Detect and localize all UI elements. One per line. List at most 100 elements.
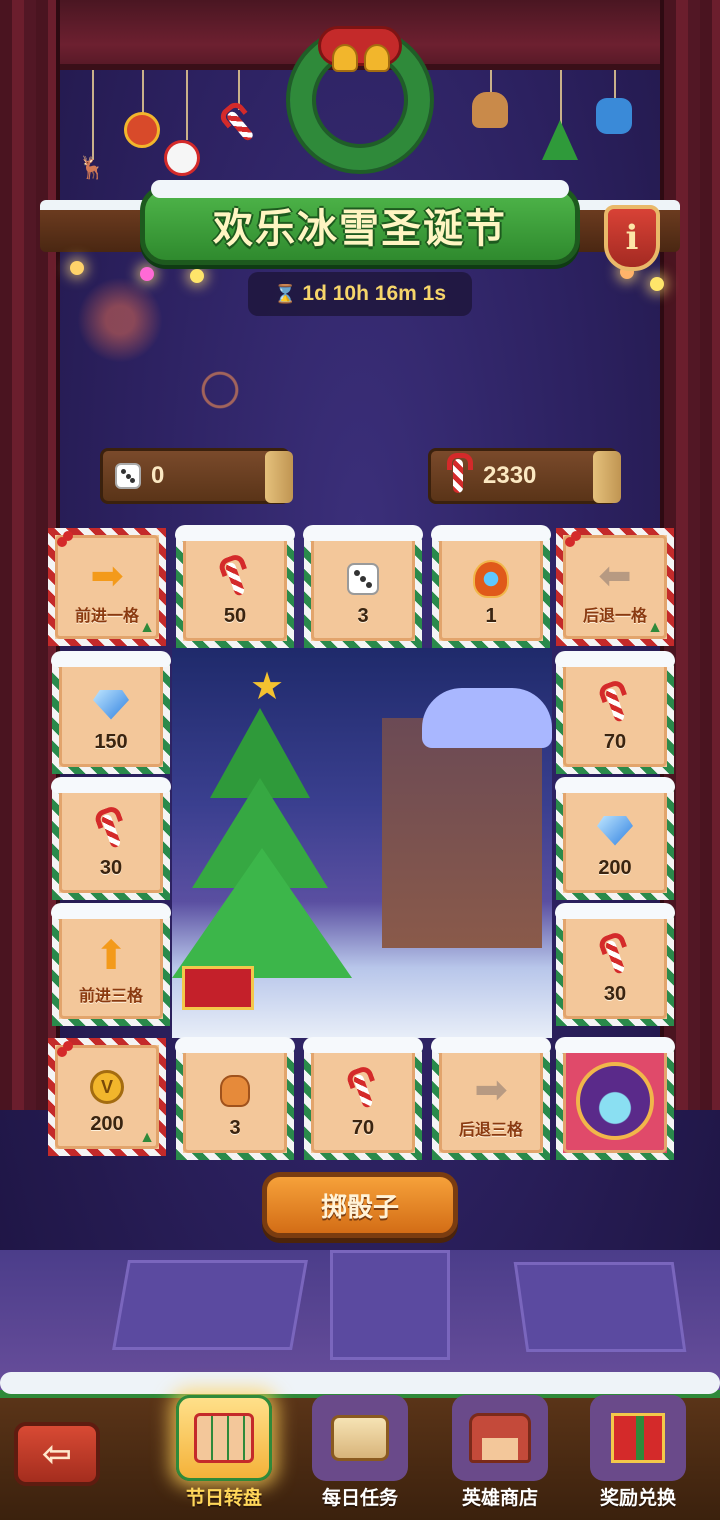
info-button[interactable]: i xyxy=(604,205,660,271)
tree-badge-icon: ▲ xyxy=(139,1129,155,1146)
nav-hero-shop[interactable]: 英雄商店 xyxy=(436,1392,564,1518)
fire-crest-icon xyxy=(469,557,513,601)
holly-icon xyxy=(557,527,583,549)
board-tile-crest: 1 xyxy=(431,525,551,648)
firework-icon xyxy=(70,270,170,370)
board-tile-vip-coin: V 200 ▲ xyxy=(48,1038,166,1156)
dice-count: 0 xyxy=(151,462,165,489)
tree-illustration xyxy=(172,848,352,978)
stage-prop xyxy=(112,1260,308,1350)
gift-box-icon xyxy=(590,1395,686,1481)
board-tile-back-3: ➡ 后退三格 xyxy=(431,1037,551,1160)
stage-prop xyxy=(330,1250,450,1360)
snow-cap xyxy=(303,525,423,541)
tile-label: 3 xyxy=(357,604,369,627)
info-icon: i xyxy=(625,218,639,258)
nav-label: 英雄商店 xyxy=(461,1487,538,1509)
bow-ornament-icon xyxy=(596,98,632,134)
firework-icon xyxy=(150,320,290,460)
hero-avatar-icon xyxy=(576,1062,654,1140)
arrow-right-icon: ➡ xyxy=(90,554,124,598)
snow-cap xyxy=(51,651,171,667)
arrow-left-icon: ⬅ xyxy=(598,554,632,598)
event-title: 欢乐冰雪圣诞节 xyxy=(213,206,507,252)
candy-cane-icon xyxy=(341,1069,385,1113)
snow-roof-illustration xyxy=(422,688,552,748)
reindeer-ornament-icon: 🦌 xyxy=(78,155,106,180)
bell-icon xyxy=(332,44,358,72)
dice-icon xyxy=(341,557,385,601)
christmas-scene: ★ xyxy=(172,648,552,1038)
board-tile-gift-bag: 3 xyxy=(175,1037,295,1160)
board-tile-dice: 3 xyxy=(303,525,423,648)
dice-icon xyxy=(115,463,141,489)
snow-cap xyxy=(51,903,171,919)
tree-ornament-icon xyxy=(542,120,578,160)
board-tile-back-1: ⬅ 后退一格 ▲ xyxy=(556,528,674,646)
tile-label: 30 xyxy=(603,982,627,1005)
nav-label: 节日转盘 xyxy=(185,1487,262,1509)
scroll-end-icon xyxy=(265,451,293,503)
gift-bag-icon xyxy=(213,1069,257,1113)
arrow-right-icon: ➡ xyxy=(474,1068,508,1112)
dice-counter: 0 xyxy=(100,448,293,504)
board-tile-diamond: 200 xyxy=(555,777,675,900)
tile-label: 后退三格 xyxy=(458,1120,523,1139)
candy-cane-icon xyxy=(89,809,133,853)
candy-cane-icon xyxy=(213,557,257,601)
nav-reward-exchange[interactable]: 奖励兑换 xyxy=(574,1392,702,1518)
tile-label: 前进一格 xyxy=(74,606,139,625)
snow-cap xyxy=(555,651,675,667)
nav-festival-board[interactable]: 节日转盘 xyxy=(160,1392,288,1518)
santa-ornament-icon xyxy=(164,140,200,176)
back-arrow-icon: ⇦ xyxy=(41,1433,73,1474)
tile-label: 后退一格 xyxy=(582,606,647,625)
board-tile-candy: 70 xyxy=(555,651,675,774)
holly-icon xyxy=(49,527,75,549)
light-bulb-icon xyxy=(190,269,204,283)
nav-label: 每日任务 xyxy=(321,1487,398,1509)
tile-label: 3 xyxy=(229,1116,241,1139)
tile-label: 50 xyxy=(223,604,247,627)
candy-counter: 2330 xyxy=(428,448,621,504)
festival-board-icon xyxy=(176,1395,272,1481)
snow-cap xyxy=(431,525,551,541)
event-title-banner: 欢乐冰雪圣诞节 xyxy=(140,180,580,265)
snow-cap xyxy=(303,1037,423,1053)
diamond-icon xyxy=(89,683,133,727)
stage-prop xyxy=(513,1262,687,1352)
tile-label: 1 xyxy=(485,604,497,627)
candy-cane-icon xyxy=(593,935,637,979)
scroll-quest-icon xyxy=(312,1395,408,1481)
candy-cane-icon xyxy=(443,453,473,493)
light-bulb-icon xyxy=(650,277,664,291)
hourglass-icon: ⌛ xyxy=(273,283,297,304)
star-icon: ★ xyxy=(250,666,285,708)
diamond-icon xyxy=(593,809,637,853)
board-tile-candy: 30 xyxy=(51,777,171,900)
tile-label: 前进三格 xyxy=(78,986,143,1005)
bell-icon xyxy=(364,44,390,72)
candy-cane-icon xyxy=(593,683,637,727)
snow-cap xyxy=(51,777,171,793)
timer-text: 1d 10h 16m 1s xyxy=(302,282,446,305)
nav-daily-tasks[interactable]: 每日任务 xyxy=(296,1392,424,1518)
roll-dice-label: 掷骰子 xyxy=(320,1192,399,1223)
tile-label: 70 xyxy=(351,1116,375,1139)
snow-cap xyxy=(175,525,295,541)
light-bulb-icon xyxy=(70,261,84,275)
board-tile-hero[interactable] xyxy=(555,1037,675,1160)
board-tile-candy: 50 xyxy=(175,525,295,648)
back-button[interactable]: ⇦ xyxy=(14,1422,100,1486)
board-tile-forward-1: ➡ 前进一格 ▲ xyxy=(48,528,166,646)
nav-label: 奖励兑换 xyxy=(599,1487,676,1509)
ornament-string xyxy=(92,70,94,160)
roll-dice-button[interactable]: 掷骰子 xyxy=(262,1172,458,1238)
board-tile-diamond: 150 xyxy=(51,651,171,774)
tile-label: 70 xyxy=(603,730,627,753)
snow-cap xyxy=(555,1037,675,1053)
event-timer: ⌛ 1d 10h 16m 1s xyxy=(248,272,472,316)
game-stage: 🦌 欢乐冰雪圣诞节 i ⌛ 1d 10h 16m 1s 0 2330 ★ ➡ 前… xyxy=(0,0,720,1520)
snow-cap xyxy=(555,903,675,919)
holly-icon xyxy=(49,1037,75,1059)
